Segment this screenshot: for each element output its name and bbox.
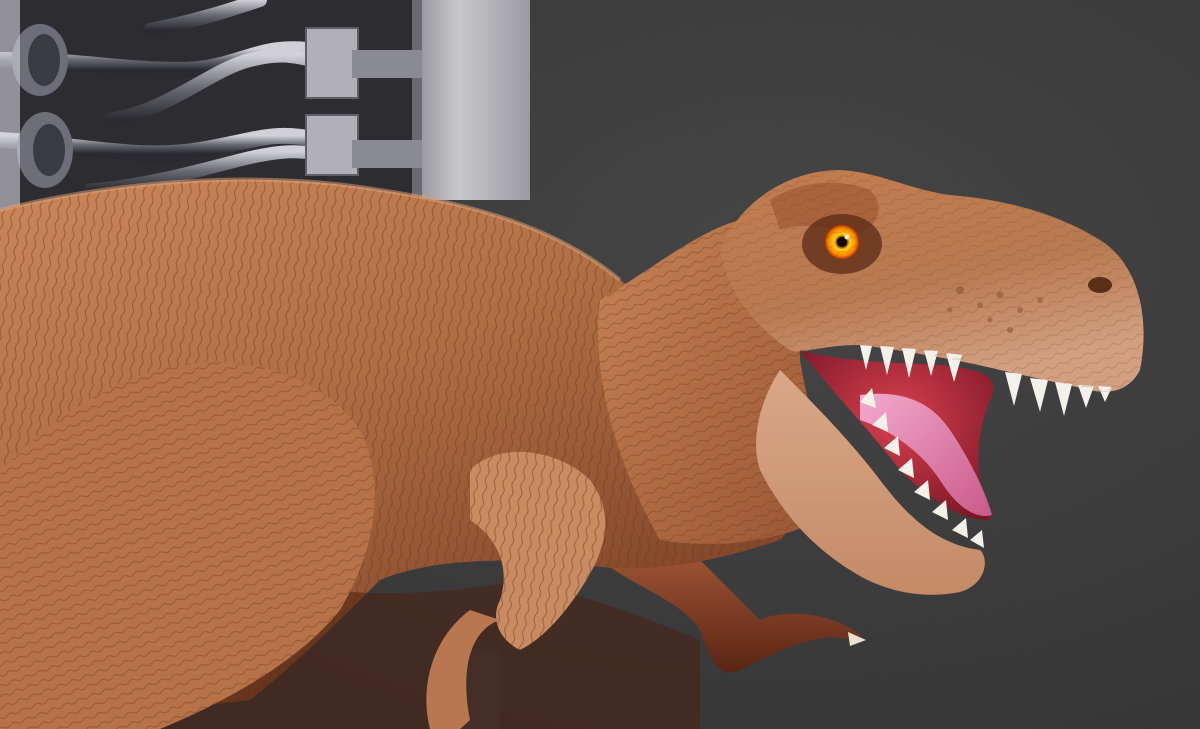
metal-pillar bbox=[412, 0, 530, 200]
render-canvas bbox=[0, 0, 1200, 729]
pipe-fitting bbox=[12, 24, 68, 96]
dinosaur-render-scene bbox=[0, 0, 1200, 729]
connector-block bbox=[305, 27, 359, 99]
connector-block bbox=[305, 114, 359, 176]
pipe-fitting bbox=[17, 112, 73, 188]
